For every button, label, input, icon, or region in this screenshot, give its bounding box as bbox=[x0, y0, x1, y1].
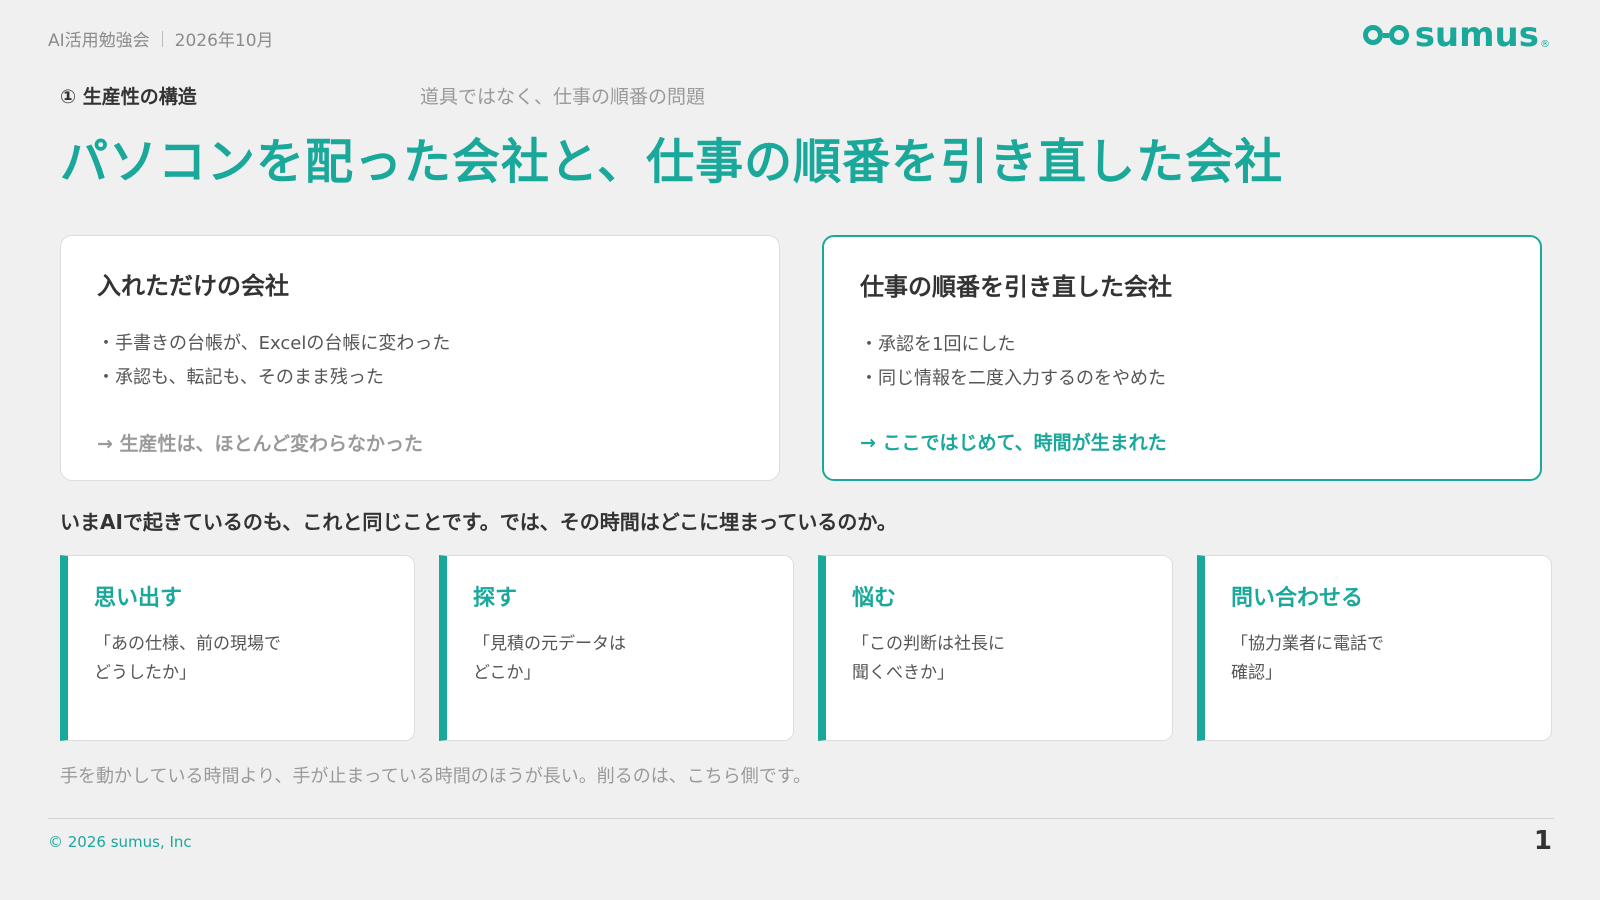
header-divider bbox=[161, 30, 163, 47]
card-result: → ここではじめて、時間が生まれた bbox=[860, 432, 1167, 454]
quote-line: 確認」 bbox=[1231, 663, 1282, 683]
card-title: 仕事の順番を引き直した会社 bbox=[860, 273, 1172, 301]
footer-divider bbox=[48, 818, 1554, 819]
event-date: 2026年10月 bbox=[174, 31, 274, 51]
quote-line: 「見積の元データは bbox=[473, 634, 626, 654]
footnote: 手を動かしている時間より、手が止まっている時間のほうが長い。削るのは、こちら側で… bbox=[60, 766, 811, 787]
topic-quote: 「見積の元データは どこか」 bbox=[473, 630, 767, 688]
topic-title: 問い合わせる bbox=[1231, 586, 1364, 611]
topic-title: 探す bbox=[473, 586, 518, 611]
topic-card: 悩む 「この判断は社長に 聞くべきか」 bbox=[818, 555, 1173, 741]
comparison-card-left: 入れただけの会社 ・手書きの台帳が、Excelの台帳に変わった ・承認も、転記も… bbox=[60, 235, 780, 481]
header-meta: AI活用勉強会 2026年10月 bbox=[48, 26, 274, 51]
page-number: 1 bbox=[1533, 826, 1552, 856]
quote-line: 「この判断は社長に bbox=[852, 634, 1005, 654]
topic-quote: 「あの仕様、前の現場で どうしたか」 bbox=[94, 630, 388, 688]
registered-mark: ® bbox=[1540, 39, 1550, 50]
logo-text: sumus bbox=[1414, 15, 1539, 55]
topic-title: 悩む bbox=[852, 586, 897, 611]
bullet-item: ・同じ情報を二度入力するのをやめた bbox=[860, 368, 1166, 389]
bullet-item: ・承認も、転記も、そのまま残った bbox=[97, 367, 384, 388]
copyright: © 2026 sumus, Inc bbox=[48, 833, 192, 851]
event-name: AI活用勉強会 bbox=[48, 31, 150, 51]
quote-line: どうしたか」 bbox=[94, 663, 196, 683]
card-title: 入れただけの会社 bbox=[97, 272, 289, 300]
section-label: ① 生産性の構造 bbox=[60, 86, 197, 108]
page-title: パソコンを配った会社と、仕事の順番を引き直した会社 bbox=[60, 134, 1284, 190]
quote-line: 「あの仕様、前の現場で bbox=[94, 634, 281, 654]
comparison-card-right: 仕事の順番を引き直した会社 ・承認を1回にした ・同じ情報を二度入力するのをやめ… bbox=[822, 235, 1542, 481]
card-result: → 生産性は、ほとんど変わらなかった bbox=[97, 433, 423, 455]
topic-title: 思い出す bbox=[94, 586, 183, 611]
quote-line: どこか」 bbox=[473, 663, 541, 683]
lead-text: いまAIで起きているのも、これと同じことです。では、その時間はどこに埋まっている… bbox=[60, 510, 897, 534]
section-subtitle: 道具ではなく、仕事の順番の問題 bbox=[420, 86, 706, 108]
quote-line: 「協力業者に電話で bbox=[1231, 634, 1384, 654]
topic-card: 探す 「見積の元データは どこか」 bbox=[439, 555, 794, 741]
topic-quote: 「協力業者に電話で 確認」 bbox=[1231, 630, 1525, 688]
quote-line: 聞くべきか」 bbox=[852, 663, 954, 683]
topic-card: 思い出す 「あの仕様、前の現場で どうしたか」 bbox=[60, 555, 415, 741]
bullet-item: ・手書きの台帳が、Excelの台帳に変わった bbox=[97, 333, 451, 354]
topic-quote: 「この判断は社長に 聞くべきか」 bbox=[852, 630, 1146, 688]
logo: sumus ® bbox=[1362, 15, 1550, 55]
glasses-logo-icon bbox=[1362, 25, 1409, 45]
bullet-item: ・承認を1回にした bbox=[860, 334, 1016, 355]
topic-card: 問い合わせる 「協力業者に電話で 確認」 bbox=[1197, 555, 1552, 741]
